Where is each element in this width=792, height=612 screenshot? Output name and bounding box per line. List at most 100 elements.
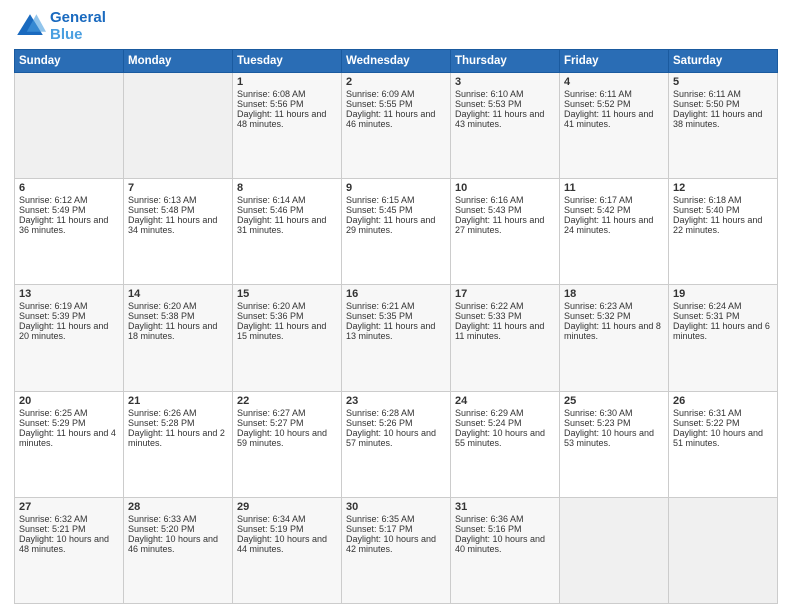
calendar-cell: 1Sunrise: 6:08 AMSunset: 5:56 PMDaylight… (233, 73, 342, 179)
day-info: Sunset: 5:31 PM (673, 311, 773, 321)
calendar-cell: 16Sunrise: 6:21 AMSunset: 5:35 PMDayligh… (342, 285, 451, 391)
day-info: Daylight: 11 hours and 22 minutes. (673, 215, 773, 235)
day-info: Daylight: 11 hours and 4 minutes. (19, 428, 119, 448)
calendar-table: SundayMondayTuesdayWednesdayThursdayFrid… (14, 49, 778, 604)
day-info: Sunset: 5:23 PM (564, 418, 664, 428)
day-info: Sunrise: 6:32 AM (19, 514, 119, 524)
calendar-cell: 15Sunrise: 6:20 AMSunset: 5:36 PMDayligh… (233, 285, 342, 391)
day-number: 3 (455, 76, 555, 88)
day-info: Sunrise: 6:23 AM (564, 301, 664, 311)
day-info: Sunrise: 6:11 AM (564, 89, 664, 99)
day-number: 8 (237, 182, 337, 194)
calendar-cell: 21Sunrise: 6:26 AMSunset: 5:28 PMDayligh… (124, 391, 233, 497)
day-info: Daylight: 11 hours and 13 minutes. (346, 321, 446, 341)
day-number: 4 (564, 76, 664, 88)
day-number: 10 (455, 182, 555, 194)
day-info: Sunset: 5:24 PM (455, 418, 555, 428)
day-header-wednesday: Wednesday (342, 50, 451, 73)
day-info: Sunset: 5:33 PM (455, 311, 555, 321)
week-row-3: 13Sunrise: 6:19 AMSunset: 5:39 PM Dayligh… (15, 285, 778, 391)
day-info: Sunrise: 6:35 AM (346, 514, 446, 524)
day-info: Sunset: 5:42 PM (564, 205, 664, 215)
calendar-cell: 29Sunrise: 6:34 AMSunset: 5:19 PMDayligh… (233, 497, 342, 603)
day-info: Sunrise: 6:36 AM (455, 514, 555, 524)
day-info: Daylight: 11 hours and 29 minutes. (346, 215, 446, 235)
calendar-cell: 30Sunrise: 6:35 AMSunset: 5:17 PMDayligh… (342, 497, 451, 603)
calendar-cell: 7Sunrise: 6:13 AMSunset: 5:48 PMDaylight… (124, 179, 233, 285)
day-number: 6 (19, 182, 119, 194)
day-number: 16 (346, 288, 446, 300)
day-info: Daylight: 11 hours and 15 minutes. (237, 321, 337, 341)
day-info: Daylight: 10 hours and 53 minutes. (564, 428, 664, 448)
calendar-cell: 9Sunrise: 6:15 AMSunset: 5:45 PMDaylight… (342, 179, 451, 285)
day-info: Sunset: 5:19 PM (237, 524, 337, 534)
header: General Blue (14, 10, 778, 43)
day-number: 27 (19, 501, 119, 513)
day-info: Sunrise: 6:15 AM (346, 195, 446, 205)
day-info: Sunrise: 6:19 AM (19, 301, 119, 311)
day-number: 13 (19, 288, 119, 300)
calendar-cell: 20Sunrise: 6:25 AMSunset: 5:29 PMDayligh… (15, 391, 124, 497)
day-info: Sunset: 5:16 PM (455, 524, 555, 534)
day-info: Sunrise: 6:09 AM (346, 89, 446, 99)
week-row-5: 27Sunrise: 6:32 AMSunset: 5:21 PM Dayligh… (15, 497, 778, 603)
day-number: 22 (237, 395, 337, 407)
day-info: Sunrise: 6:11 AM (673, 89, 773, 99)
day-info: Sunrise: 6:20 AM (237, 301, 337, 311)
day-number: 5 (673, 76, 773, 88)
day-info: Daylight: 11 hours and 24 minutes. (564, 215, 664, 235)
logo-icon (14, 11, 46, 43)
day-info: Daylight: 11 hours and 36 minutes. (19, 215, 119, 235)
day-info: Daylight: 10 hours and 44 minutes. (237, 534, 337, 554)
day-info: Sunrise: 6:34 AM (237, 514, 337, 524)
calendar-cell (560, 497, 669, 603)
calendar-cell: 26Sunrise: 6:31 AMSunset: 5:22 PMDayligh… (669, 391, 778, 497)
calendar-cell: 5Sunrise: 6:11 AMSunset: 5:50 PMDaylight… (669, 73, 778, 179)
day-number: 21 (128, 395, 228, 407)
day-header-monday: Monday (124, 50, 233, 73)
day-info: Sunset: 5:45 PM (346, 205, 446, 215)
day-info: Sunrise: 6:30 AM (564, 408, 664, 418)
day-info: Sunrise: 6:20 AM (128, 301, 228, 311)
day-header-saturday: Saturday (669, 50, 778, 73)
day-info: Daylight: 11 hours and 43 minutes. (455, 109, 555, 129)
day-info: Daylight: 10 hours and 42 minutes. (346, 534, 446, 554)
day-number: 28 (128, 501, 228, 513)
calendar-cell: 19Sunrise: 6:24 AMSunset: 5:31 PMDayligh… (669, 285, 778, 391)
calendar-cell: 18Sunrise: 6:23 AMSunset: 5:32 PMDayligh… (560, 285, 669, 391)
day-info: Sunrise: 6:22 AM (455, 301, 555, 311)
calendar-cell: 10Sunrise: 6:16 AMSunset: 5:43 PMDayligh… (451, 179, 560, 285)
week-row-2: 6Sunrise: 6:12 AMSunset: 5:49 PMDaylight… (15, 179, 778, 285)
calendar-cell: 25Sunrise: 6:30 AMSunset: 5:23 PMDayligh… (560, 391, 669, 497)
calendar-cell (669, 497, 778, 603)
day-info: Sunset: 5:32 PM (564, 311, 664, 321)
day-number: 12 (673, 182, 773, 194)
day-info: Daylight: 10 hours and 57 minutes. (346, 428, 446, 448)
day-info: Sunset: 5:43 PM (455, 205, 555, 215)
day-info: Sunset: 5:26 PM (346, 418, 446, 428)
calendar-cell: 24Sunrise: 6:29 AMSunset: 5:24 PMDayligh… (451, 391, 560, 497)
day-number: 14 (128, 288, 228, 300)
logo: General Blue (14, 10, 106, 43)
day-info: Sunset: 5:49 PM (19, 205, 119, 215)
day-info: Sunrise: 6:18 AM (673, 195, 773, 205)
day-info: Sunset: 5:50 PM (673, 99, 773, 109)
day-info: Sunset: 5:53 PM (455, 99, 555, 109)
day-info: Daylight: 11 hours and 48 minutes. (237, 109, 337, 129)
day-info: Sunset: 5:21 PM (19, 524, 119, 534)
day-info: Sunset: 5:39 PM (19, 311, 119, 321)
day-info: Daylight: 10 hours and 40 minutes. (455, 534, 555, 554)
day-header-thursday: Thursday (451, 50, 560, 73)
day-info: Daylight: 10 hours and 46 minutes. (128, 534, 228, 554)
day-info: Sunrise: 6:21 AM (346, 301, 446, 311)
day-info: Daylight: 10 hours and 51 minutes. (673, 428, 773, 448)
calendar-cell: 22Sunrise: 6:27 AMSunset: 5:27 PMDayligh… (233, 391, 342, 497)
day-info: Daylight: 11 hours and 38 minutes. (673, 109, 773, 129)
page: General Blue SundayMondayTuesdayWednesda… (0, 0, 792, 612)
day-info: Sunrise: 6:10 AM (455, 89, 555, 99)
day-info: Sunset: 5:22 PM (673, 418, 773, 428)
day-info: Sunset: 5:56 PM (237, 99, 337, 109)
day-number: 1 (237, 76, 337, 88)
day-info: Daylight: 11 hours and 2 minutes. (128, 428, 228, 448)
day-info: Sunrise: 6:26 AM (128, 408, 228, 418)
